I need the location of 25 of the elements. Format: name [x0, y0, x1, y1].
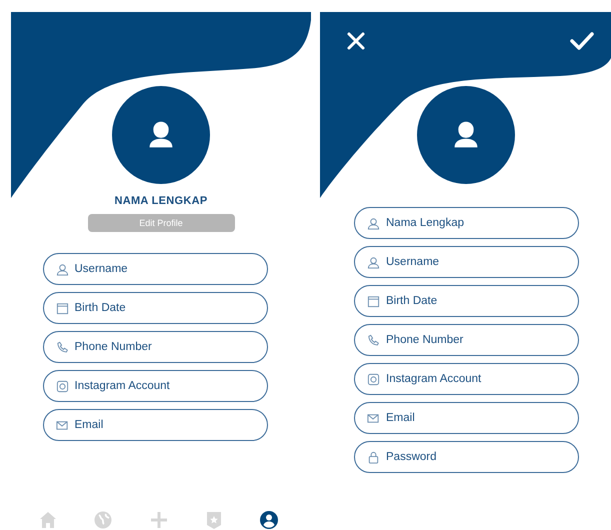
check-icon[interactable]	[569, 30, 595, 50]
full-name: NAMA LENGKAP	[114, 195, 208, 207]
input-field[interactable]: Phone Number	[354, 324, 579, 356]
field-label: Birth Date	[74, 302, 126, 314]
input-field[interactable]: Birth Date	[354, 285, 579, 317]
globe-icon[interactable]	[93, 510, 114, 530]
input-field[interactable]: Password	[354, 441, 579, 473]
home-icon[interactable]	[38, 510, 58, 530]
input-field[interactable]: Instagram Account	[354, 363, 579, 395]
edit-profile-button[interactable]: Edit Profile	[88, 214, 234, 232]
mail-icon	[56, 418, 68, 432]
close-icon[interactable]	[346, 30, 366, 50]
input-field[interactable]: Nama Lengkap	[354, 207, 579, 239]
field-label: Instagram Account	[74, 380, 170, 392]
calendar-icon	[56, 302, 68, 314]
account-icon[interactable]	[259, 510, 279, 530]
plus-icon[interactable]	[148, 510, 168, 530]
instagram-icon	[56, 380, 68, 392]
input-field[interactable]: Email	[354, 402, 579, 434]
field-label: Phone Number	[74, 341, 152, 353]
field-label: Username	[74, 263, 128, 275]
user-icon	[56, 262, 68, 276]
input-field[interactable]: Username	[354, 246, 579, 278]
field-label: Email	[74, 419, 104, 431]
phone-icon	[56, 340, 68, 354]
